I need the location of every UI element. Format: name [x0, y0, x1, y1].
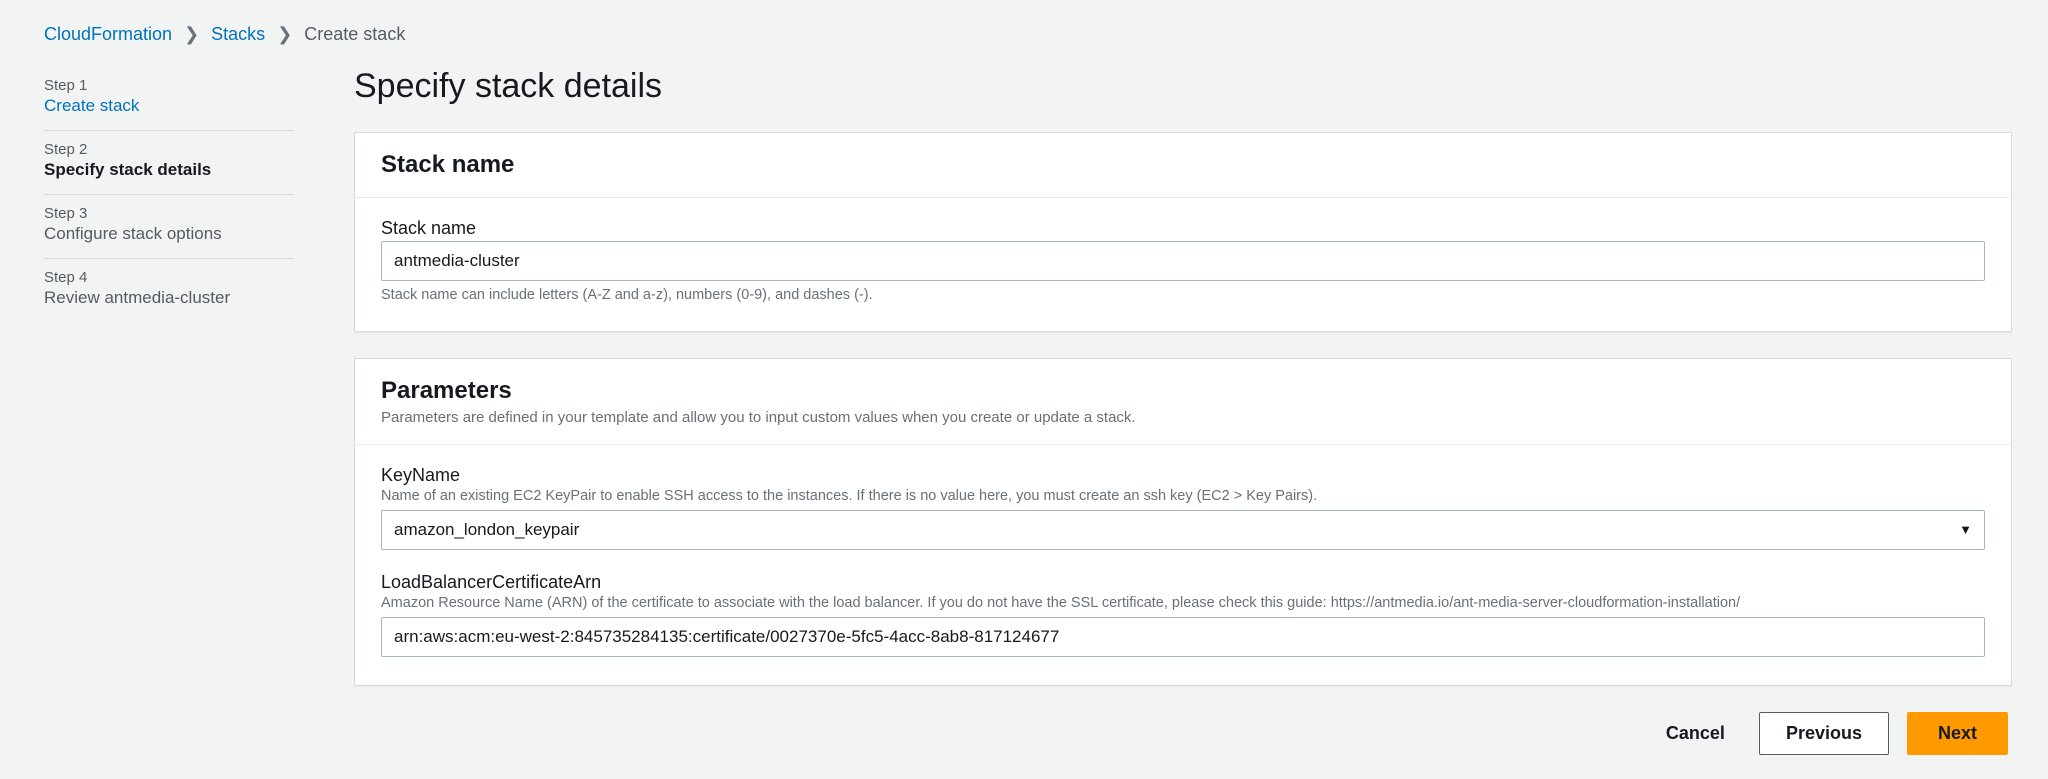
wizard-step-1[interactable]: Step 1 Create stack	[44, 67, 294, 131]
breadcrumb-cloudformation[interactable]: CloudFormation	[44, 24, 172, 45]
wizard-step-num: Step 4	[44, 269, 294, 286]
keyname-label: KeyName	[381, 465, 1985, 486]
wizard-step-num: Step 1	[44, 77, 294, 94]
keyname-select-value: amazon_london_keypair	[394, 519, 1947, 541]
wizard-step-3: Step 3 Configure stack options	[44, 195, 294, 259]
wizard-step-num: Step 3	[44, 205, 294, 222]
wizard-step-title: Specify stack details	[44, 160, 294, 180]
stack-name-label: Stack name	[381, 218, 1985, 239]
main-content: Specify stack details Stack name Stack n…	[354, 67, 2012, 755]
wizard-steps-sidebar: Step 1 Create stack Step 2 Specify stack…	[44, 67, 294, 322]
previous-button[interactable]: Previous	[1759, 712, 1889, 755]
parameters-heading: Parameters	[381, 377, 1985, 405]
next-button[interactable]: Next	[1907, 712, 2008, 755]
page-title: Specify stack details	[354, 67, 2012, 106]
cancel-button[interactable]: Cancel	[1650, 713, 1741, 754]
keyname-helptext: Name of an existing EC2 KeyPair to enabl…	[381, 488, 1985, 504]
wizard-step-title: Configure stack options	[44, 224, 294, 244]
chevron-right-icon: ❯	[184, 24, 199, 45]
parameters-description: Parameters are defined in your template …	[381, 409, 1985, 426]
wizard-step-2[interactable]: Step 2 Specify stack details	[44, 131, 294, 195]
wizard-step-4: Step 4 Review antmedia-cluster	[44, 259, 294, 322]
lb-cert-arn-input[interactable]	[381, 617, 1985, 657]
wizard-step-title: Review antmedia-cluster	[44, 288, 294, 308]
lb-cert-arn-helptext: Amazon Resource Name (ARN) of the certif…	[381, 595, 1985, 611]
chevron-right-icon: ❯	[277, 24, 292, 45]
keyname-select[interactable]: amazon_london_keypair ▼	[381, 510, 1985, 550]
wizard-footer-actions: Cancel Previous Next	[354, 712, 2012, 755]
parameters-panel: Parameters Parameters are defined in you…	[354, 358, 2012, 686]
breadcrumb-stacks[interactable]: Stacks	[211, 24, 265, 45]
stack-name-hint: Stack name can include letters (A-Z and …	[381, 287, 1985, 303]
stack-name-input[interactable]	[381, 241, 1985, 281]
stack-name-heading: Stack name	[381, 151, 1985, 179]
wizard-step-title: Create stack	[44, 96, 294, 116]
wizard-step-num: Step 2	[44, 141, 294, 158]
caret-down-icon: ▼	[1959, 522, 1972, 539]
breadcrumb: CloudFormation ❯ Stacks ❯ Create stack	[44, 24, 2012, 45]
stack-name-panel: Stack name Stack name Stack name can inc…	[354, 132, 2012, 332]
lb-cert-arn-label: LoadBalancerCertificateArn	[381, 572, 1985, 593]
breadcrumb-current: Create stack	[304, 24, 405, 45]
